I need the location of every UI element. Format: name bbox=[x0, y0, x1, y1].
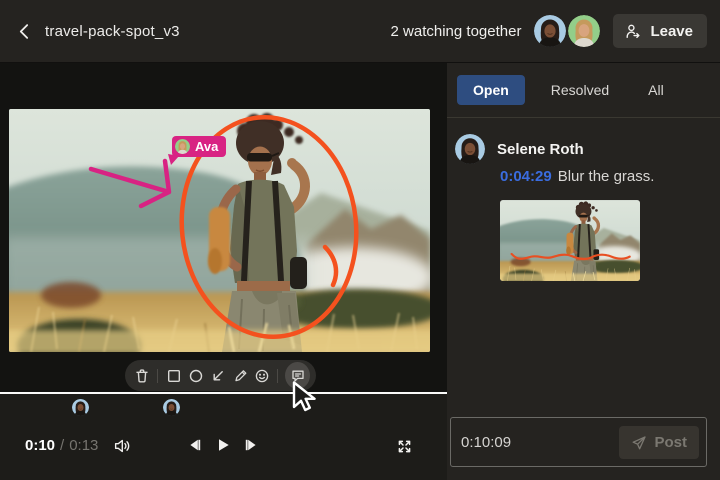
leave-button[interactable]: Leave bbox=[613, 14, 707, 48]
toolbar-divider bbox=[277, 369, 278, 383]
file-title: travel-pack-spot_v3 bbox=[45, 23, 180, 40]
emoji-tool-icon bbox=[254, 368, 270, 384]
arrow-tool-button[interactable] bbox=[207, 360, 228, 391]
rectangle-tool-button[interactable] bbox=[163, 360, 184, 391]
comment-input[interactable] bbox=[451, 418, 626, 466]
trash-icon bbox=[134, 368, 150, 384]
pen-tool-button[interactable] bbox=[229, 360, 250, 391]
next-frame-icon bbox=[243, 437, 259, 453]
orange-arc-annotation bbox=[325, 247, 336, 285]
mouse-cursor bbox=[292, 381, 318, 415]
leave-button-label: Leave bbox=[650, 23, 693, 40]
time-separator: / bbox=[60, 437, 64, 454]
annotation-author-label: Ava bbox=[195, 139, 218, 154]
pink-arrow-annotation bbox=[91, 161, 169, 206]
video-frame[interactable]: Ava bbox=[9, 109, 430, 352]
comment-author-name: Selene Roth bbox=[497, 141, 584, 158]
post-button-label: Post bbox=[654, 434, 687, 451]
send-icon bbox=[631, 435, 647, 451]
comments-panel: Open Resolved All Selene Roth 0:04:29 Blu… bbox=[447, 63, 720, 480]
post-button[interactable]: Post bbox=[619, 426, 699, 459]
tabs-divider bbox=[447, 117, 720, 118]
person-leave-icon bbox=[624, 23, 642, 40]
comment-author-avatar bbox=[455, 134, 485, 164]
timeline-comment-marker[interactable] bbox=[72, 399, 89, 416]
ellipse-tool-icon bbox=[188, 368, 204, 384]
ellipse-tool-button[interactable] bbox=[185, 360, 206, 391]
app-root: travel-pack-spot_v3 2 watching together … bbox=[0, 0, 720, 480]
arrow-tool-icon bbox=[210, 368, 226, 384]
play-button[interactable] bbox=[213, 435, 233, 455]
comment-frame-thumbnail[interactable] bbox=[500, 200, 640, 281]
viewer-avatars bbox=[534, 15, 600, 47]
fullscreen-button[interactable] bbox=[393, 435, 415, 457]
previous-frame-icon bbox=[187, 437, 203, 453]
avatar-ava[interactable] bbox=[568, 15, 600, 47]
badge-tail bbox=[167, 154, 180, 166]
tab-resolved[interactable]: Resolved bbox=[538, 75, 622, 105]
toolbar-divider bbox=[157, 369, 158, 383]
chevron-left-icon bbox=[16, 23, 33, 40]
previous-frame-button[interactable] bbox=[185, 435, 205, 455]
timeline-comment-marker[interactable] bbox=[163, 399, 180, 416]
current-time: 0:10 bbox=[25, 437, 55, 454]
comment-text: Blur the grass. bbox=[558, 168, 655, 185]
volume-button[interactable] bbox=[110, 434, 134, 458]
back-button[interactable] bbox=[16, 23, 33, 40]
delete-annotation-button[interactable] bbox=[131, 360, 152, 391]
tab-open[interactable]: Open bbox=[457, 75, 525, 105]
timeline[interactable] bbox=[0, 392, 447, 394]
play-icon bbox=[215, 437, 231, 453]
tab-all[interactable]: All bbox=[635, 75, 677, 105]
time-display: 0:10 / 0:13 bbox=[25, 437, 98, 454]
annotation-toolbar bbox=[125, 360, 316, 391]
emoji-tool-button[interactable] bbox=[251, 360, 272, 391]
next-frame-button[interactable] bbox=[241, 435, 261, 455]
comment-composer: Post bbox=[450, 417, 707, 467]
expand-icon bbox=[396, 438, 413, 455]
top-bar: travel-pack-spot_v3 2 watching together … bbox=[0, 0, 720, 63]
comment-filter-tabs: Open Resolved All bbox=[457, 75, 677, 105]
comment-timestamp-link[interactable]: 0:04:29 bbox=[500, 168, 552, 185]
annotation-author-badge: Ava bbox=[172, 136, 226, 157]
comment-item: Selene Roth 0:04:29 Blur the grass. bbox=[455, 134, 712, 281]
duration: 0:13 bbox=[69, 437, 98, 454]
player-section: Ava bbox=[0, 63, 447, 480]
avatar-selene[interactable] bbox=[534, 15, 566, 47]
rectangle-tool-icon bbox=[166, 368, 182, 384]
watching-label: 2 watching together bbox=[391, 23, 522, 40]
speaker-icon bbox=[113, 437, 132, 455]
avatar-ava-small bbox=[175, 139, 190, 154]
pen-tool-icon bbox=[232, 368, 248, 384]
